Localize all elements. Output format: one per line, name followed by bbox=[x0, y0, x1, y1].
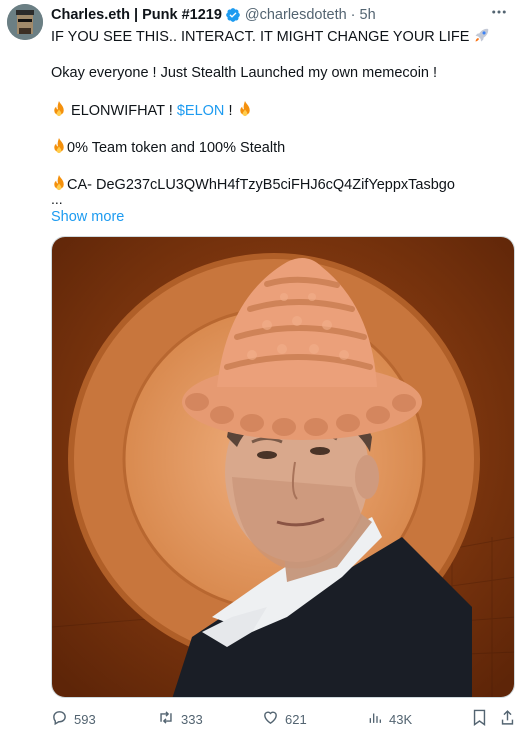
show-more-link[interactable]: Show more bbox=[51, 208, 511, 227]
bookmark-button[interactable] bbox=[472, 709, 493, 729]
separator-dot: · bbox=[350, 7, 356, 23]
text-line-2: Okay everyone ! Just Stealth Launched my… bbox=[51, 65, 438, 81]
verified-badge-icon bbox=[225, 7, 241, 23]
reply-count: 593 bbox=[74, 711, 96, 727]
views-count: 43K bbox=[389, 711, 413, 727]
bookmark-icon bbox=[472, 709, 493, 729]
text-ellipsis: ... bbox=[51, 191, 63, 207]
rocket-icon bbox=[473, 27, 490, 50]
text-line-4: 0% Team token and 100% Stealth bbox=[51, 138, 511, 157]
like-count: 621 bbox=[285, 711, 307, 727]
timestamp[interactable]: 5h bbox=[360, 7, 376, 23]
repost-button[interactable]: 333 bbox=[157, 709, 203, 729]
text-line-1: IF YOU SEE THIS.. INTERACT. IT MIGHT CHA… bbox=[51, 27, 511, 46]
text-line-3: ELONWIFHAT ! $ELON ! bbox=[51, 101, 511, 120]
user-handle[interactable]: @charlesdoteth bbox=[245, 7, 347, 23]
fire-icon bbox=[237, 101, 253, 124]
reply-icon bbox=[51, 709, 74, 729]
reply-button[interactable]: 593 bbox=[51, 709, 96, 729]
avatar[interactable] bbox=[7, 4, 43, 40]
views-chart-icon bbox=[367, 709, 389, 729]
views-button[interactable]: 43K bbox=[367, 709, 412, 729]
tweet-header: Charles.eth | Punk #1219 @charlesdoteth … bbox=[51, 5, 376, 25]
share-button[interactable] bbox=[500, 709, 521, 729]
display-name[interactable]: Charles.eth | Punk #1219 bbox=[51, 7, 222, 23]
repost-count: 333 bbox=[181, 711, 203, 727]
repost-icon bbox=[157, 709, 181, 729]
fire-icon bbox=[51, 101, 67, 124]
tweet-text: IF YOU SEE THIS.. INTERACT. IT MIGHT CHA… bbox=[51, 27, 511, 227]
cashtag-link[interactable]: $ELON bbox=[177, 103, 225, 119]
fire-icon bbox=[51, 138, 67, 161]
share-icon bbox=[500, 709, 521, 729]
like-button[interactable]: 621 bbox=[262, 709, 307, 729]
tweet-image[interactable] bbox=[51, 236, 515, 698]
action-bar: 593 333 621 43K bbox=[51, 709, 521, 731]
heart-icon bbox=[262, 709, 285, 729]
more-options-icon[interactable] bbox=[489, 2, 509, 22]
text-line-5: CA- DeG237cLU3QWhH4fTzyB5ciFHJ6cQ4ZifYep… bbox=[51, 175, 511, 194]
